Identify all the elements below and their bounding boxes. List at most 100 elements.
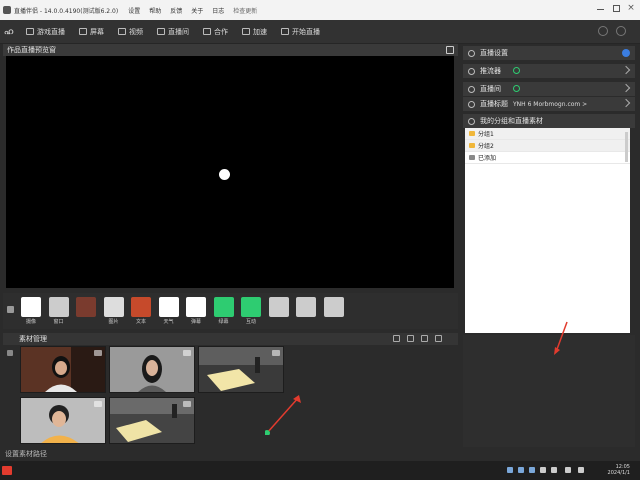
folder-icon[interactable] [421,335,428,342]
source-thumb-icon [158,297,179,317]
source-button[interactable]: 互动 [239,297,263,327]
tab-screen[interactable]: 屏幕 [79,27,104,37]
source-thumb-icon [323,297,344,317]
volume-icon[interactable] [551,467,557,473]
settings-gear-icon[interactable] [616,26,626,36]
tab-accelerate[interactable]: 加速 [242,27,267,37]
media-thumbnail[interactable] [109,346,195,393]
maximize-button[interactable] [613,5,620,12]
tab-start-live[interactable]: 开始直播 [281,27,320,37]
menu-log[interactable]: 日志 [212,6,224,15]
tab-cooperate[interactable]: 合作 [203,27,228,37]
live-preview[interactable] [6,56,454,288]
media-thumbnail[interactable] [109,397,195,444]
live-settings-row[interactable]: 直播设置 [463,46,635,60]
tray-app-icon[interactable] [518,467,524,473]
source-button[interactable]: 窗口 [47,297,71,327]
source-button[interactable] [74,297,98,327]
source-button[interactable]: 弹幕 [184,297,208,327]
refresh-icon[interactable] [598,26,608,36]
live-room-row[interactable]: 直播间 [463,82,635,96]
source-thumb-icon [76,297,96,317]
menu-settings[interactable]: 设置 [128,6,140,15]
menu-help[interactable]: 帮助 [149,6,161,15]
start-icon[interactable] [2,466,12,475]
chevron-right-icon [621,65,631,75]
taskbar: 12:05 2024/1/1 [0,461,640,480]
tray-app-icon[interactable] [507,467,513,473]
folder-icon [469,131,475,136]
source-button[interactable]: 图片 [102,297,126,327]
tab-label: 加速 [253,27,267,36]
source-button[interactable]: 天气 [157,297,181,327]
source-button[interactable]: 文本 [129,297,153,327]
minimize-button[interactable] [597,9,604,10]
source-label: 互动 [245,319,256,325]
tab-label: 合作 [214,27,228,36]
status-bar: 设置素材路径 [0,447,460,461]
list-item[interactable]: 分组1 [465,128,630,140]
clock[interactable]: 12:05 2024/1/1 [608,464,630,476]
clock-date: 2024/1/1 [607,470,630,476]
media-thumbnail[interactable] [20,346,106,393]
menu-feedback[interactable]: 反馈 [170,6,182,15]
source-strip-icon [7,306,14,313]
tray-app-icon[interactable] [529,467,535,473]
source-thumb-icon [296,297,316,317]
tab-icon [26,28,34,35]
row-label: 推流器 [480,67,501,75]
move-icon[interactable] [435,335,442,342]
list-header-label: 我的分组和直播素材 [480,117,543,125]
tab-label: 屏幕 [90,27,104,36]
row-label: 直播间 [480,85,501,93]
streamer-row[interactable]: 推流器 [463,64,635,78]
source-thumb-icon [241,297,261,317]
battery-icon[interactable] [578,467,584,473]
input-method-icon[interactable] [565,467,571,473]
camera-badge-icon [183,401,191,407]
source-button[interactable]: 绿幕 [212,297,236,327]
source-label: 弹幕 [190,319,201,325]
list-item[interactable]: 已添加 [465,152,630,164]
source-button[interactable] [267,297,291,327]
tab-game-live[interactable]: 游戏直播 [26,27,65,37]
media-thumbnail[interactable] [20,397,106,444]
media-header: 素材管理 [3,333,458,345]
close-button[interactable]: × [626,3,636,13]
tab-video[interactable]: 视频 [118,27,143,37]
list-scrollbar[interactable] [625,132,628,162]
tab-icon [281,28,289,35]
media-path-label[interactable]: 设置素材路径 [5,449,47,459]
menu-about[interactable]: 关于 [191,6,203,15]
tab-icon [157,28,165,35]
main-toolbar: ഹ 游戏直播 屏幕 视频 直播间 合作 加速 开始直播 [0,20,640,44]
tab-icon [118,28,126,35]
material-list-header: 我的分组和直播素材 [463,114,635,128]
menu-check-update[interactable]: 检查更新 [233,6,257,15]
material-list: 分组1 分组2 已添加 [465,128,630,333]
copy-icon[interactable] [407,335,414,342]
media-side-icon [7,350,13,356]
network-icon[interactable] [540,467,546,473]
live-title-row[interactable]: 直播标题 YNH 6 Morbmogn.com > [463,97,635,111]
folder-icon [468,117,475,125]
right-panel-lower [463,335,635,447]
tab-live-room[interactable]: 直播间 [157,27,189,37]
room-icon [468,85,475,93]
camera-badge-icon [183,350,191,356]
media-title: 素材管理 [19,335,47,343]
logo-icon: ഹ [4,26,14,36]
file-icon [469,155,475,160]
media-grid [20,346,460,446]
delete-icon[interactable] [393,335,400,342]
source-button[interactable] [322,297,346,327]
list-item-label: 分组1 [478,131,494,138]
source-button[interactable] [294,297,318,327]
media-thumbnail[interactable] [198,346,284,393]
preview-maximize-icon[interactable] [446,46,454,54]
tab-label: 开始直播 [292,27,320,36]
info-icon[interactable] [622,49,630,57]
source-button[interactable]: 摄像 [19,297,43,327]
list-item[interactable]: 分组2 [465,140,630,152]
cursor-dot [219,169,230,180]
